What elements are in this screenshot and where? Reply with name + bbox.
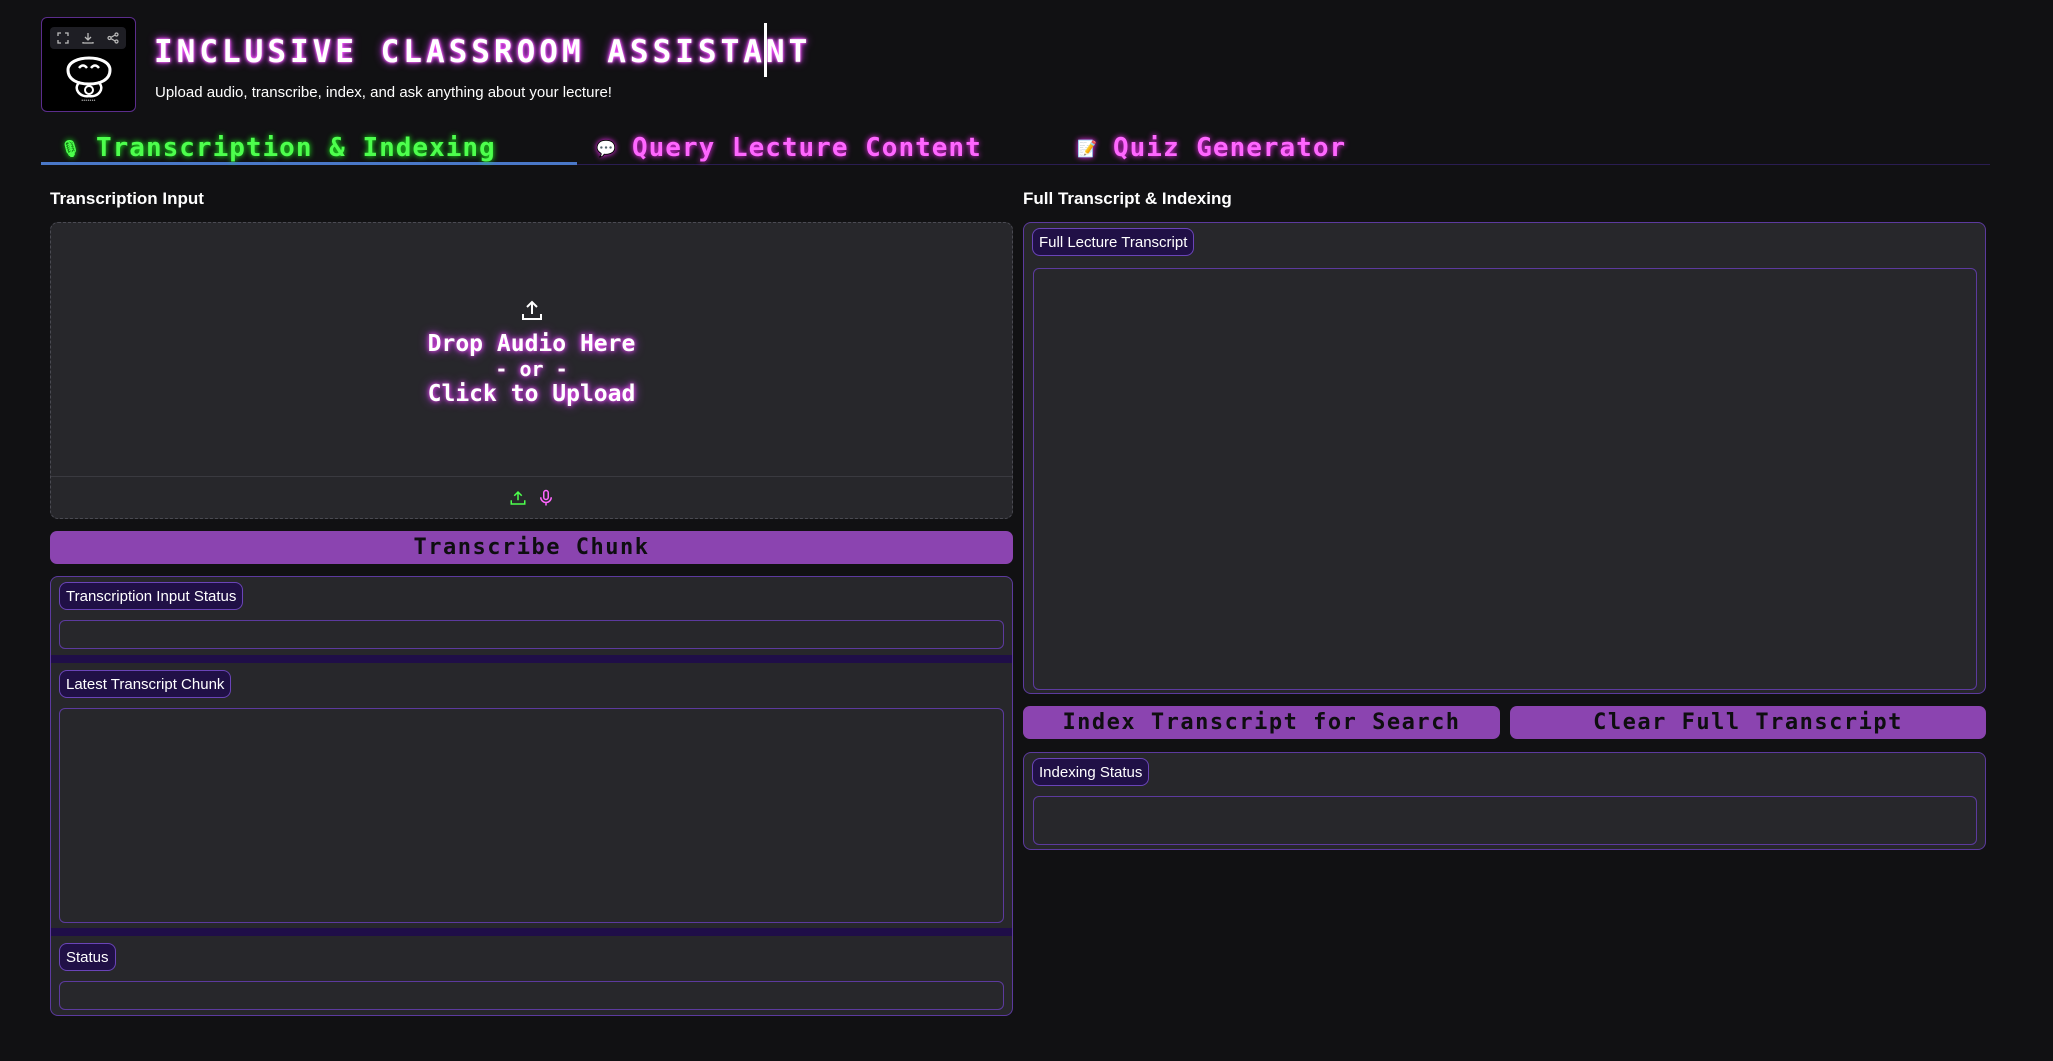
status-field[interactable] [59, 981, 1004, 1010]
transcription-input-status-field[interactable] [59, 620, 1004, 649]
tab-quiz-generator[interactable]: 📝 Quiz Generator [1077, 132, 1346, 164]
upload-source-icon[interactable] [509, 489, 527, 507]
tab-label: Query Lecture Content [632, 133, 982, 163]
upload-prompt: Drop Audio Here - or - Click to Upload [51, 299, 1012, 407]
audio-upload-dropzone[interactable]: Drop Audio Here - or - Click to Upload [50, 222, 1013, 519]
full-lecture-transcript-textarea[interactable] [1033, 268, 1977, 690]
fullscreen-icon[interactable] [57, 32, 69, 44]
indexing-status-panel: Indexing Status [1023, 752, 1986, 850]
tab-transcription-indexing[interactable]: 🎙 Transcription & Indexing [60, 132, 496, 164]
index-transcript-button[interactable]: Index Transcript for Search [1023, 706, 1500, 739]
page-title: INCLUSIVE CLASSROOM ASSISTANT [154, 34, 812, 70]
latest-transcript-chunk-label: Latest Transcript Chunk [59, 670, 232, 698]
memo-icon: 📝 [1077, 138, 1098, 158]
tab-label: Quiz Generator [1113, 133, 1347, 163]
indexing-status-field[interactable] [1033, 796, 1977, 845]
full-transcript-heading: Full Transcript & Indexing [1023, 189, 1232, 208]
tab-label: Transcription & Indexing [96, 133, 496, 163]
text-caret [764, 23, 767, 77]
image-toolbar [50, 27, 126, 49]
microphone-source-icon[interactable] [537, 489, 555, 507]
download-icon[interactable] [82, 32, 94, 44]
upload-line-1: Drop Audio Here [427, 331, 636, 357]
robot-mascot-icon [66, 56, 112, 98]
full-transcript-panel: Full Lecture Transcript [1023, 222, 1986, 694]
logo-image: ••••••• [41, 17, 136, 112]
transcription-input-heading: Transcription Input [50, 189, 204, 208]
status-label: Status [59, 943, 116, 971]
app-root: ••••••• INCLUSIVE CLASSROOM ASSISTANT Up… [0, 0, 2053, 1061]
upload-line-3: Click to Upload [427, 381, 636, 407]
panel-separator [51, 928, 1012, 936]
share-icon[interactable] [107, 32, 119, 44]
panel-separator [51, 655, 1012, 663]
clear-full-transcript-button[interactable]: Clear Full Transcript [1510, 706, 1986, 739]
page-subtitle: Upload audio, transcribe, index, and ask… [155, 84, 612, 101]
full-lecture-transcript-label: Full Lecture Transcript [1032, 228, 1195, 256]
latest-transcript-chunk-textarea[interactable] [59, 708, 1004, 923]
tab-query-lecture-content[interactable]: 💬 Query Lecture Content [596, 132, 982, 164]
transcription-output-panel: Transcription Input Status Latest Transc… [50, 576, 1013, 1016]
upload-line-2: - or - [495, 357, 568, 381]
logo-caption: ••••••• [81, 98, 96, 104]
indexing-status-label: Indexing Status [1032, 758, 1150, 786]
transcribe-chunk-button[interactable]: Transcribe Chunk [50, 531, 1013, 564]
speech-bubble-icon: 💬 [596, 138, 617, 158]
transcription-input-status-label: Transcription Input Status [59, 582, 244, 610]
upload-source-bar [51, 476, 1012, 518]
microphone-icon: 🎙 [60, 138, 82, 158]
upload-icon [521, 300, 542, 320]
